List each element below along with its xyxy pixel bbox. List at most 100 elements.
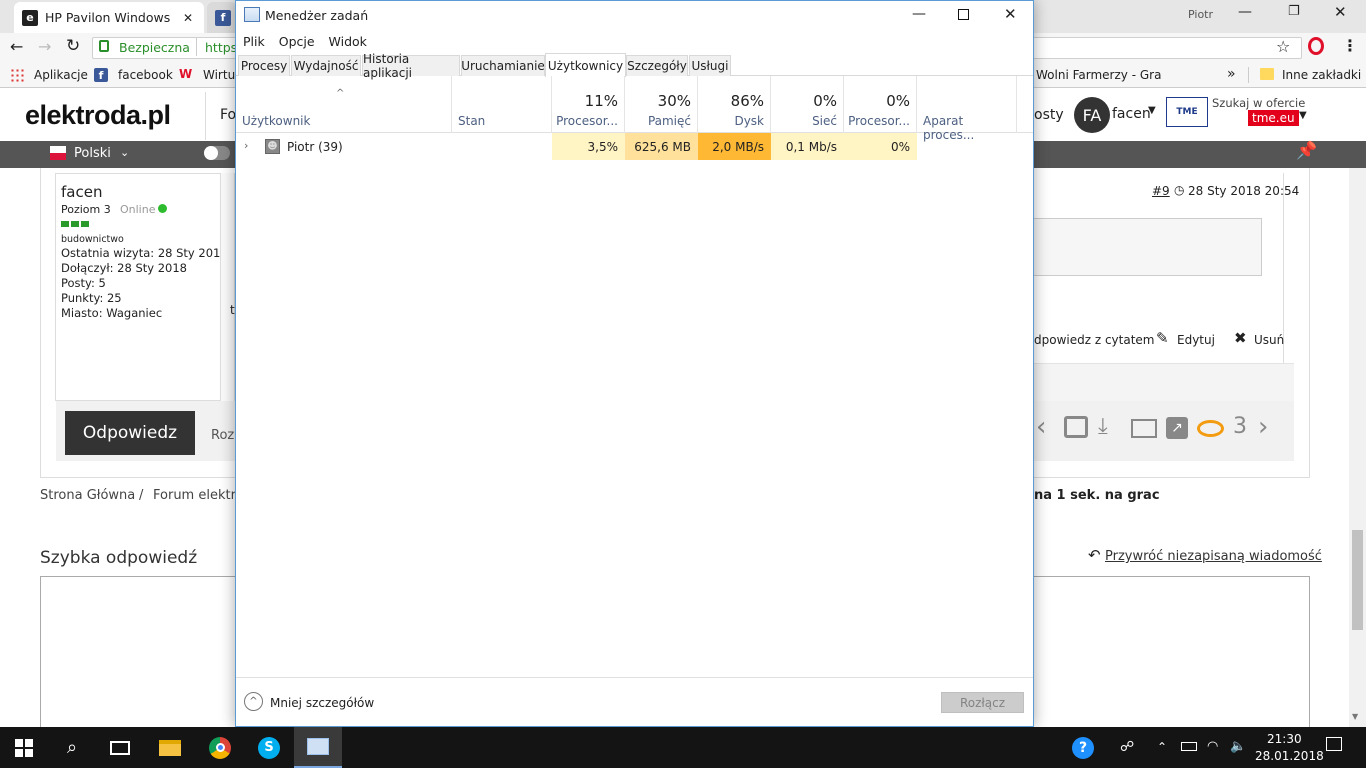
- tab-uzytkownicy[interactable]: Użytkownicy: [545, 53, 626, 77]
- reload-icon[interactable]: ↻: [66, 36, 80, 56]
- col-memory[interactable]: 30% Pamięć: [625, 76, 698, 133]
- chevron-up-circle-icon[interactable]: ^: [244, 692, 263, 711]
- url-text[interactable]: https: [205, 40, 237, 55]
- tab-szczegoly[interactable]: Szczegóły: [626, 55, 688, 76]
- col-disk[interactable]: 86% Dysk: [698, 76, 771, 133]
- bookmark-wolni-farmerzy[interactable]: Wolni Farmerzy - Gra: [1036, 68, 1161, 82]
- expand-chevron-icon[interactable]: ›: [244, 139, 248, 152]
- chevron-down-icon[interactable]: ⌄: [120, 146, 129, 159]
- search-icon[interactable]: ⌕: [48, 727, 96, 768]
- tab-uslugi[interactable]: Usługi: [689, 55, 731, 76]
- chevron-right-icon[interactable]: ›: [1258, 412, 1268, 442]
- share-icon[interactable]: ↗: [1166, 417, 1188, 439]
- forward-icon[interactable]: →: [38, 37, 51, 56]
- tm-maximize-icon[interactable]: [958, 9, 969, 20]
- print-icon[interactable]: [1064, 416, 1088, 438]
- tme-badge[interactable]: tme.eu: [1248, 110, 1299, 126]
- menu-plik[interactable]: Plik: [243, 34, 265, 49]
- tab-uruchamianie[interactable]: Uruchamianie: [461, 55, 545, 76]
- site-logo[interactable]: elektroda.pl: [25, 100, 171, 131]
- nav-forum[interactable]: Fo: [220, 107, 236, 123]
- header-divider: [205, 92, 206, 140]
- chevron-down-icon[interactable]: ▼: [1299, 110, 1307, 121]
- battery-icon[interactable]: [1181, 742, 1197, 751]
- opera-icon[interactable]: [1308, 37, 1324, 55]
- breadcrumb-home[interactable]: Strona Główna: [40, 488, 135, 503]
- delete-link[interactable]: Usuń: [1254, 333, 1284, 347]
- clock-date[interactable]: 28.01.2018: [1255, 749, 1324, 763]
- tm-minimize-icon[interactable]: —: [912, 6, 926, 22]
- eye-icon[interactable]: [1197, 420, 1224, 437]
- back-icon[interactable]: ←: [10, 37, 23, 56]
- avatar[interactable]: FA: [1074, 97, 1110, 133]
- reply-with-quote-link[interactable]: dpowiedz z cytatem: [1034, 333, 1155, 347]
- notifications-icon[interactable]: [1326, 737, 1342, 751]
- quote-block: [1032, 218, 1262, 276]
- page-scrollbar[interactable]: [1349, 168, 1366, 728]
- close-icon[interactable]: ✕: [1334, 3, 1347, 21]
- pin-icon[interactable]: 📌: [1296, 141, 1317, 161]
- more-bookmarks-icon[interactable]: »: [1227, 66, 1236, 82]
- tab-procesy[interactable]: Procesy: [238, 55, 290, 76]
- chrome-icon[interactable]: [196, 727, 244, 768]
- edit-link[interactable]: Edytuj: [1177, 333, 1215, 347]
- toggle-switch[interactable]: [204, 146, 230, 160]
- profile-name[interactable]: facen: [61, 183, 102, 201]
- restore-icon[interactable]: ❐: [1288, 4, 1300, 19]
- col-gpu[interactable]: 0% Procesor...: [844, 76, 917, 133]
- browser-profile-name[interactable]: Piotr: [1188, 8, 1213, 21]
- bookmark-star-icon[interactable]: ☆: [1276, 37, 1290, 56]
- breadcrumb-forum[interactable]: Forum elektro: [153, 488, 244, 503]
- col-gpu-engine[interactable]: Aparat proces...: [917, 76, 1017, 142]
- taskbar-task-manager-icon[interactable]: [294, 727, 342, 768]
- bookmark-facebook[interactable]: facebook: [118, 68, 173, 82]
- browser-tab-facebook[interactable]: f: [207, 2, 237, 33]
- bookmark-other[interactable]: Inne zakładki: [1282, 68, 1361, 82]
- table-row[interactable]: [236, 133, 552, 160]
- delete-x-icon[interactable]: ✖: [1234, 329, 1247, 347]
- disconnect-button[interactable]: Rozłącz: [941, 692, 1024, 713]
- col-user[interactable]: Użytkownik: [236, 76, 452, 133]
- col-cpu[interactable]: 11% Procesor...: [552, 76, 625, 133]
- clock-time[interactable]: 21:30: [1267, 732, 1302, 746]
- volume-icon[interactable]: 🔈: [1230, 739, 1246, 754]
- site-username[interactable]: facen: [1112, 106, 1151, 122]
- menu-dots-icon[interactable]: ⋮: [1342, 36, 1358, 55]
- download-icon[interactable]: ⤓: [1098, 414, 1108, 439]
- apps-grid-icon[interactable]: [10, 68, 24, 82]
- col-net-pct: 0%: [813, 92, 837, 110]
- col-network[interactable]: 0% Sieć: [771, 76, 844, 133]
- file-explorer-icon[interactable]: [146, 727, 194, 768]
- wifi-icon[interactable]: ◠: [1207, 739, 1218, 754]
- close-tab-icon[interactable]: ✕: [183, 11, 193, 25]
- post-number-link[interactable]: #9: [1152, 184, 1170, 198]
- tray-chevron-up-icon[interactable]: ⌃: [1157, 740, 1167, 754]
- restore-draft-link[interactable]: Przywróć niezapisaną wiadomość: [1105, 549, 1322, 564]
- scroll-down-icon[interactable]: ▼: [1352, 712, 1358, 721]
- start-button[interactable]: [0, 727, 48, 768]
- tm-close-icon[interactable]: ✕: [1004, 5, 1017, 23]
- language-select[interactable]: Polski: [74, 146, 111, 161]
- reply-button[interactable]: Odpowiedz: [65, 411, 195, 455]
- edit-pencil-icon[interactable]: ✎: [1156, 329, 1169, 347]
- bookmark-apps[interactable]: Aplikacje: [34, 68, 88, 82]
- skype-icon[interactable]: S: [245, 727, 293, 768]
- tab-wydajnosc[interactable]: Wydajność: [291, 55, 361, 76]
- task-view-icon[interactable]: [96, 727, 144, 768]
- browser-tab-active[interactable]: e HP Pavilon Windows 10, ✕: [14, 2, 204, 33]
- chevron-left-icon[interactable]: ‹: [1036, 412, 1046, 442]
- menu-opcje[interactable]: Opcje: [279, 34, 315, 49]
- chevron-down-icon[interactable]: ▼: [1148, 105, 1156, 116]
- less-details-link[interactable]: Mniej szczegółów: [270, 696, 374, 710]
- tab-historia-aplikacji[interactable]: Historia aplikacji: [362, 52, 460, 80]
- nav-posty[interactable]: osty: [1034, 107, 1064, 123]
- minimize-icon[interactable]: —: [1238, 4, 1252, 20]
- people-icon[interactable]: ☍: [1120, 739, 1134, 755]
- email-icon[interactable]: [1131, 419, 1157, 438]
- post-edge: [1283, 173, 1294, 363]
- help-icon[interactable]: ?: [1072, 737, 1094, 759]
- scrollbar-thumb[interactable]: [1352, 530, 1363, 630]
- menu-widok[interactable]: Widok: [329, 34, 367, 49]
- col-cpu-label: Procesor...: [556, 114, 618, 128]
- col-status[interactable]: Stan: [452, 76, 552, 133]
